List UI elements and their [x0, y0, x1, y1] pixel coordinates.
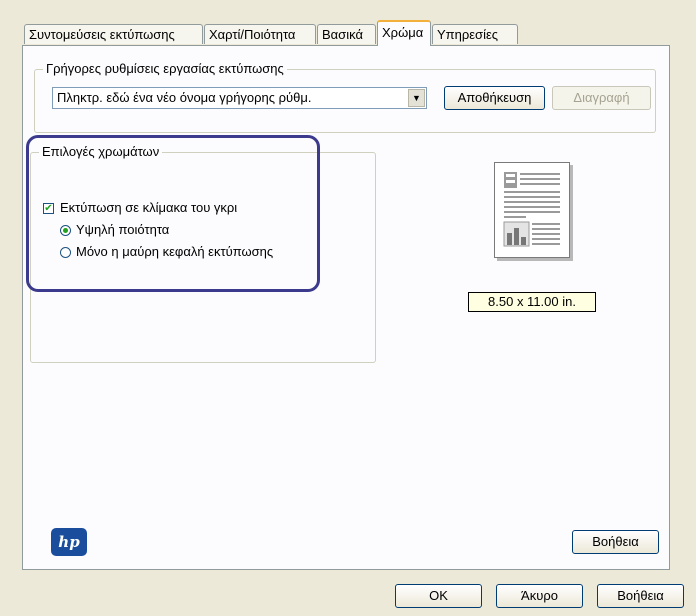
paper-size-label: 8.50 x 11.00 in.: [468, 292, 596, 312]
highlight-annotation: [26, 135, 320, 292]
delete-button[interactable]: Διαγραφή: [552, 86, 651, 110]
chevron-down-icon[interactable]: ▼: [408, 89, 425, 107]
panel-help-button[interactable]: Βοήθεια: [572, 530, 659, 554]
help-button[interactable]: Βοήθεια: [597, 584, 684, 608]
tab-services[interactable]: Υπηρεσίες: [432, 24, 518, 44]
tab-print-shortcuts[interactable]: Συντομεύσεις εκτύπωσης: [24, 24, 203, 44]
quick-settings-title: Γρήγορες ρυθμίσεις εργασίας εκτύπωσης: [43, 61, 287, 77]
quick-settings-combo-value: Πληκτρ. εδώ ένα νέο όνομα γρήγορης ρύθμ.: [57, 90, 312, 105]
cancel-button[interactable]: Άκυρο: [496, 584, 583, 608]
ok-button[interactable]: OK: [395, 584, 482, 608]
tab-paper-quality[interactable]: Χαρτί/Ποιότητα: [204, 24, 316, 44]
tab-color[interactable]: Χρώμα: [377, 20, 431, 46]
tab-panel-color: Γρήγορες ρυθμίσεις εργασίας εκτύπωσης Πλ…: [22, 45, 670, 570]
save-button[interactable]: Αποθήκευση: [444, 86, 545, 110]
tab-basics[interactable]: Βασικά: [317, 24, 376, 44]
print-properties-dialog: Συντομεύσεις εκτύπωσης Χαρτί/Ποιότητα Βα…: [0, 0, 696, 616]
quick-settings-combo[interactable]: Πληκτρ. εδώ ένα νέο όνομα γρήγορης ρύθμ.…: [52, 87, 427, 109]
hp-logo: hp: [51, 528, 87, 556]
document-preview-icon: [494, 162, 570, 258]
